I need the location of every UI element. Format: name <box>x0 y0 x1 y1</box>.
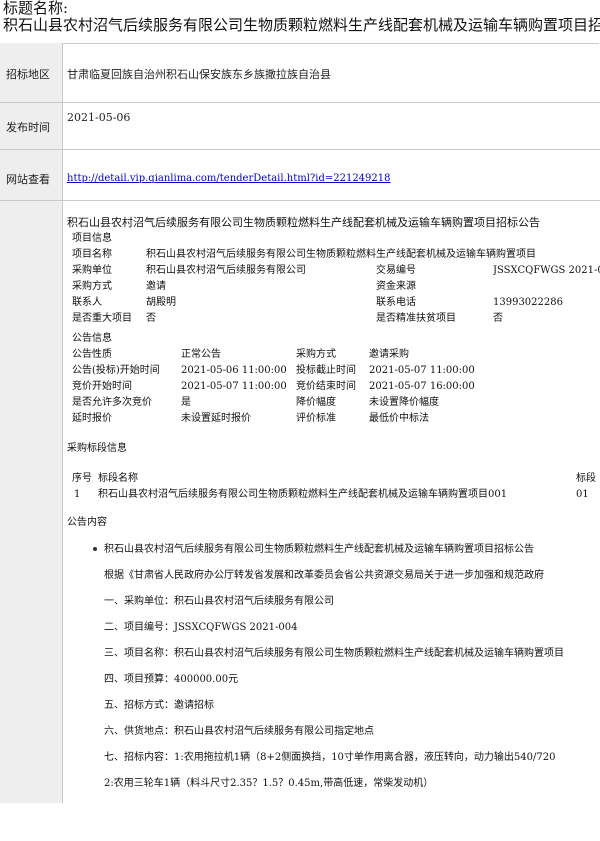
announce-item: 2:农用三轮车1辆（料斗尺寸2.35？1.5？0.45m,带高低速，常柴发动机） <box>104 778 434 789</box>
website-label: 网站查看 <box>6 173 50 186</box>
eval-value: 最低价中标法 <box>369 413 429 424</box>
project-name-value: 积石山县农村沼气后续服务有限公司生物质颗粒燃料生产线配套机械及运输车辆购置项目 <box>146 249 536 260</box>
pmethod-value: 邀请采购 <box>369 349 409 360</box>
eval-label: 评价标准 <box>296 413 336 424</box>
bullet-icon <box>93 547 97 551</box>
notice-info-heading: 公告信息 <box>72 333 112 344</box>
label-column <box>0 43 63 803</box>
announce-title: 积石山县农村沼气后续服务有限公司生物质颗粒燃料生产线配套机械及运输车辆购置项目招… <box>104 544 534 555</box>
bid-start-label: 公告(投标)开始时间 <box>72 365 160 376</box>
multi-bid-label: 是否允许多次竞价 <box>72 397 152 408</box>
bid-end-label: 投标截止时间 <box>296 365 356 376</box>
reduce-label: 降价幅度 <box>296 397 336 408</box>
segment-row-right: 01 <box>576 489 589 500</box>
announce-heading: 公告内容 <box>67 517 107 528</box>
poverty-value: 否 <box>493 313 503 324</box>
segment-col-no: 序号 <box>72 473 92 484</box>
announce-basis: 根据《甘肃省人民政府办公厅转发省发展和改革委员会省公共资源交易局关于进一步加强和… <box>104 570 544 581</box>
phone-value: 13993022286 <box>493 297 563 308</box>
announce-item: 七、招标内容：1:农用拖拉机1辆（8+2侧面换挡，10寸单作用离合器，液压转向，… <box>104 752 556 763</box>
bid-start-value: 2021-05-06 11:00:00 <box>181 365 287 376</box>
announce-item: 五、招标方式：邀请招标 <box>104 700 214 711</box>
contact-value: 胡殿明 <box>146 297 176 308</box>
nature-label: 公告性质 <box>72 349 112 360</box>
buyer-value: 积石山县农村沼气后续服务有限公司 <box>146 265 306 276</box>
published-label: 发布时间 <box>6 121 50 134</box>
auction-start-label: 竞价开始时间 <box>72 381 132 392</box>
segment-col-right: 标段 <box>576 473 596 484</box>
segment-col-name: 标段名称 <box>98 473 138 484</box>
contact-label: 联系人 <box>72 297 102 308</box>
phone-label: 联系电话 <box>376 297 416 308</box>
method-label: 采购方式 <box>72 281 112 292</box>
poverty-label: 是否精准扶贫项目 <box>376 313 456 324</box>
row-divider <box>0 200 600 201</box>
auction-end-value: 2021-05-07 16:00:00 <box>369 381 475 392</box>
region-label: 招标地区 <box>6 68 50 81</box>
document-header: 标题名称: 积石山县农村沼气后续服务有限公司生物质颗粒燃料生产线配套机械及运输车… <box>3 0 600 34</box>
row-divider <box>0 149 600 150</box>
segment-row-name: 积石山县农村沼气后续服务有限公司生物质颗粒燃料生产线配套机械及运输车辆购置项目0… <box>98 489 508 500</box>
announce-item: 六、供货地点：积石山县农村沼气后续服务有限公司指定地点 <box>104 726 374 737</box>
document-title: 积石山县农村沼气后续服务有限公司生物质颗粒燃料生产线配套机械及运输车辆购置项目招… <box>3 16 600 34</box>
website-link[interactable]: http://detail.vip.qianlima.com/tenderDet… <box>67 173 391 184</box>
segment-row-no: 1 <box>74 489 81 500</box>
announce-item: 一、采购单位：积石山县农村沼气后续服务有限公司 <box>104 596 334 607</box>
pmethod-label: 采购方式 <box>296 349 336 360</box>
delay-value: 未设置延时报价 <box>181 413 251 424</box>
announce-item: 三、项目名称：积石山县农村沼气后续服务有限公司生物质颗粒燃料生产线配套机械及运输… <box>104 648 564 659</box>
project-name-label: 项目名称 <box>72 249 112 260</box>
announce-item: 二、项目编号：JSSXCQFWGS 2021-004 <box>104 622 298 633</box>
multi-bid-value: 是 <box>181 397 191 408</box>
segment-heading: 采购标段信息 <box>67 443 127 454</box>
code-value: JSSXCQFWGS 2021-004 <box>493 265 600 276</box>
auction-end-label: 竞价结束时间 <box>296 381 356 392</box>
reduce-value: 未设置降价幅度 <box>369 397 439 408</box>
content-title: 积石山县农村沼气后续服务有限公司生物质颗粒燃料生产线配套机械及运输车辆购置项目招… <box>67 216 540 229</box>
method-value: 邀请 <box>146 281 166 292</box>
buyer-label: 采购单位 <box>72 265 112 276</box>
bid-end-value: 2021-05-07 11:00:00 <box>369 365 475 376</box>
region-value: 甘肃临夏回族自治州积石山保安族东乡族撒拉族自治县 <box>67 68 331 81</box>
code-label: 交易编号 <box>376 265 416 276</box>
nature-value: 正常公告 <box>181 349 221 360</box>
project-info-heading: 项目信息 <box>72 233 112 244</box>
title-label: 标题名称: <box>3 0 69 17</box>
delay-label: 延时报价 <box>72 413 112 424</box>
major-value: 否 <box>146 313 156 324</box>
auction-start-value: 2021-05-07 11:00:00 <box>181 381 287 392</box>
announce-item: 四、项目预算：400000.00元 <box>104 674 239 685</box>
major-label: 是否重大项目 <box>72 313 132 324</box>
fund-label: 资金来源 <box>376 281 416 292</box>
published-value: 2021-05-06 <box>67 111 131 124</box>
row-divider <box>0 102 600 103</box>
website-link-cell: http://detail.vip.qianlima.com/tenderDet… <box>67 171 391 184</box>
